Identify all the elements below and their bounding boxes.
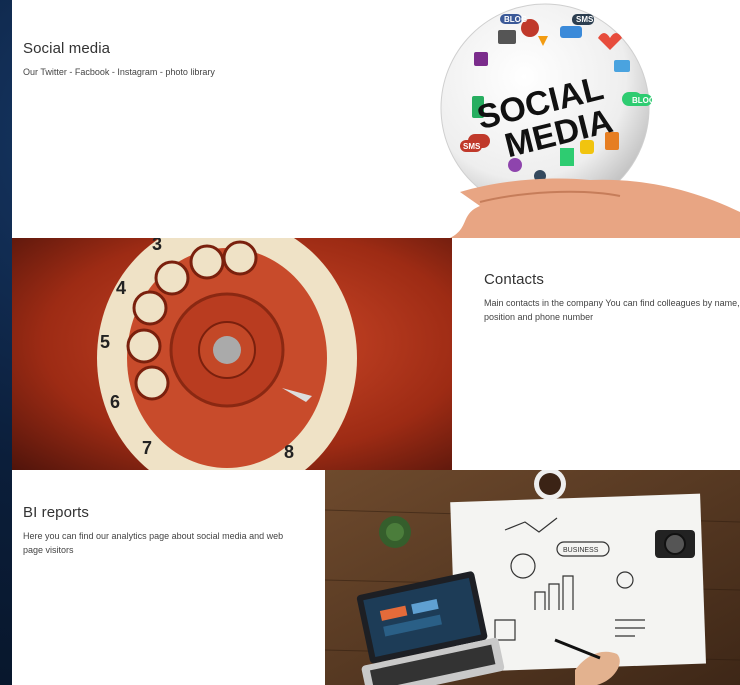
contacts-section[interactable]: 3 4 5 6 7 8 Contacts Main contacts in th… — [12, 238, 740, 470]
bi-reports-section[interactable]: BI reports Here you can find our analyti… — [12, 470, 740, 685]
dial-digit-5: 5 — [100, 332, 110, 352]
bi-reports-title[interactable]: BI reports — [23, 504, 303, 521]
rotary-phone-dial-image: 3 4 5 6 7 8 — [12, 238, 452, 470]
contacts-text: Contacts Main contacts in the company Yo… — [484, 271, 740, 324]
business-desk-sketch-image: BUSINESS — [325, 470, 740, 685]
social-media-section[interactable]: Social media Our Twitter - Facbook - Ins… — [12, 0, 740, 238]
dial-digit-7: 7 — [142, 438, 152, 458]
badge-blog-2: BLOG — [632, 96, 655, 105]
bi-reports-text: BI reports Here you can find our analyti… — [23, 504, 303, 557]
site-page: Social media Our Twitter - Facbook - Ins… — [12, 0, 740, 685]
badge-sms-2: SMS — [463, 142, 481, 151]
social-media-text: Social media Our Twitter - Facbook - Ins… — [23, 40, 423, 79]
bi-reports-image[interactable]: BUSINESS — [325, 470, 740, 685]
dial-digit-3: 3 — [152, 238, 162, 254]
social-media-globe-icon: BLOG SMS SMS BLOG SOCIAL MEDIA — [440, 3, 740, 238]
contacts-description: Main contacts in the company You can fin… — [484, 298, 740, 322]
contacts-image[interactable]: 3 4 5 6 7 8 — [12, 238, 452, 470]
sketch-business-label: BUSINESS — [563, 547, 599, 554]
dial-digit-6: 6 — [110, 392, 120, 412]
social-media-image[interactable]: BLOG SMS SMS BLOG SOCIAL MEDIA — [440, 0, 740, 238]
bi-reports-description: Here you can find our analytics page abo… — [23, 531, 284, 555]
badge-blog-1: BLOG — [504, 15, 527, 24]
dial-digit-4: 4 — [116, 278, 126, 298]
social-media-title[interactable]: Social media — [23, 40, 423, 57]
social-media-description: Our Twitter - Facbook - Instagram - phot… — [23, 67, 215, 77]
badge-sms-1: SMS — [576, 15, 594, 24]
dial-digit-8: 8 — [284, 442, 294, 462]
contacts-title[interactable]: Contacts — [484, 271, 740, 288]
